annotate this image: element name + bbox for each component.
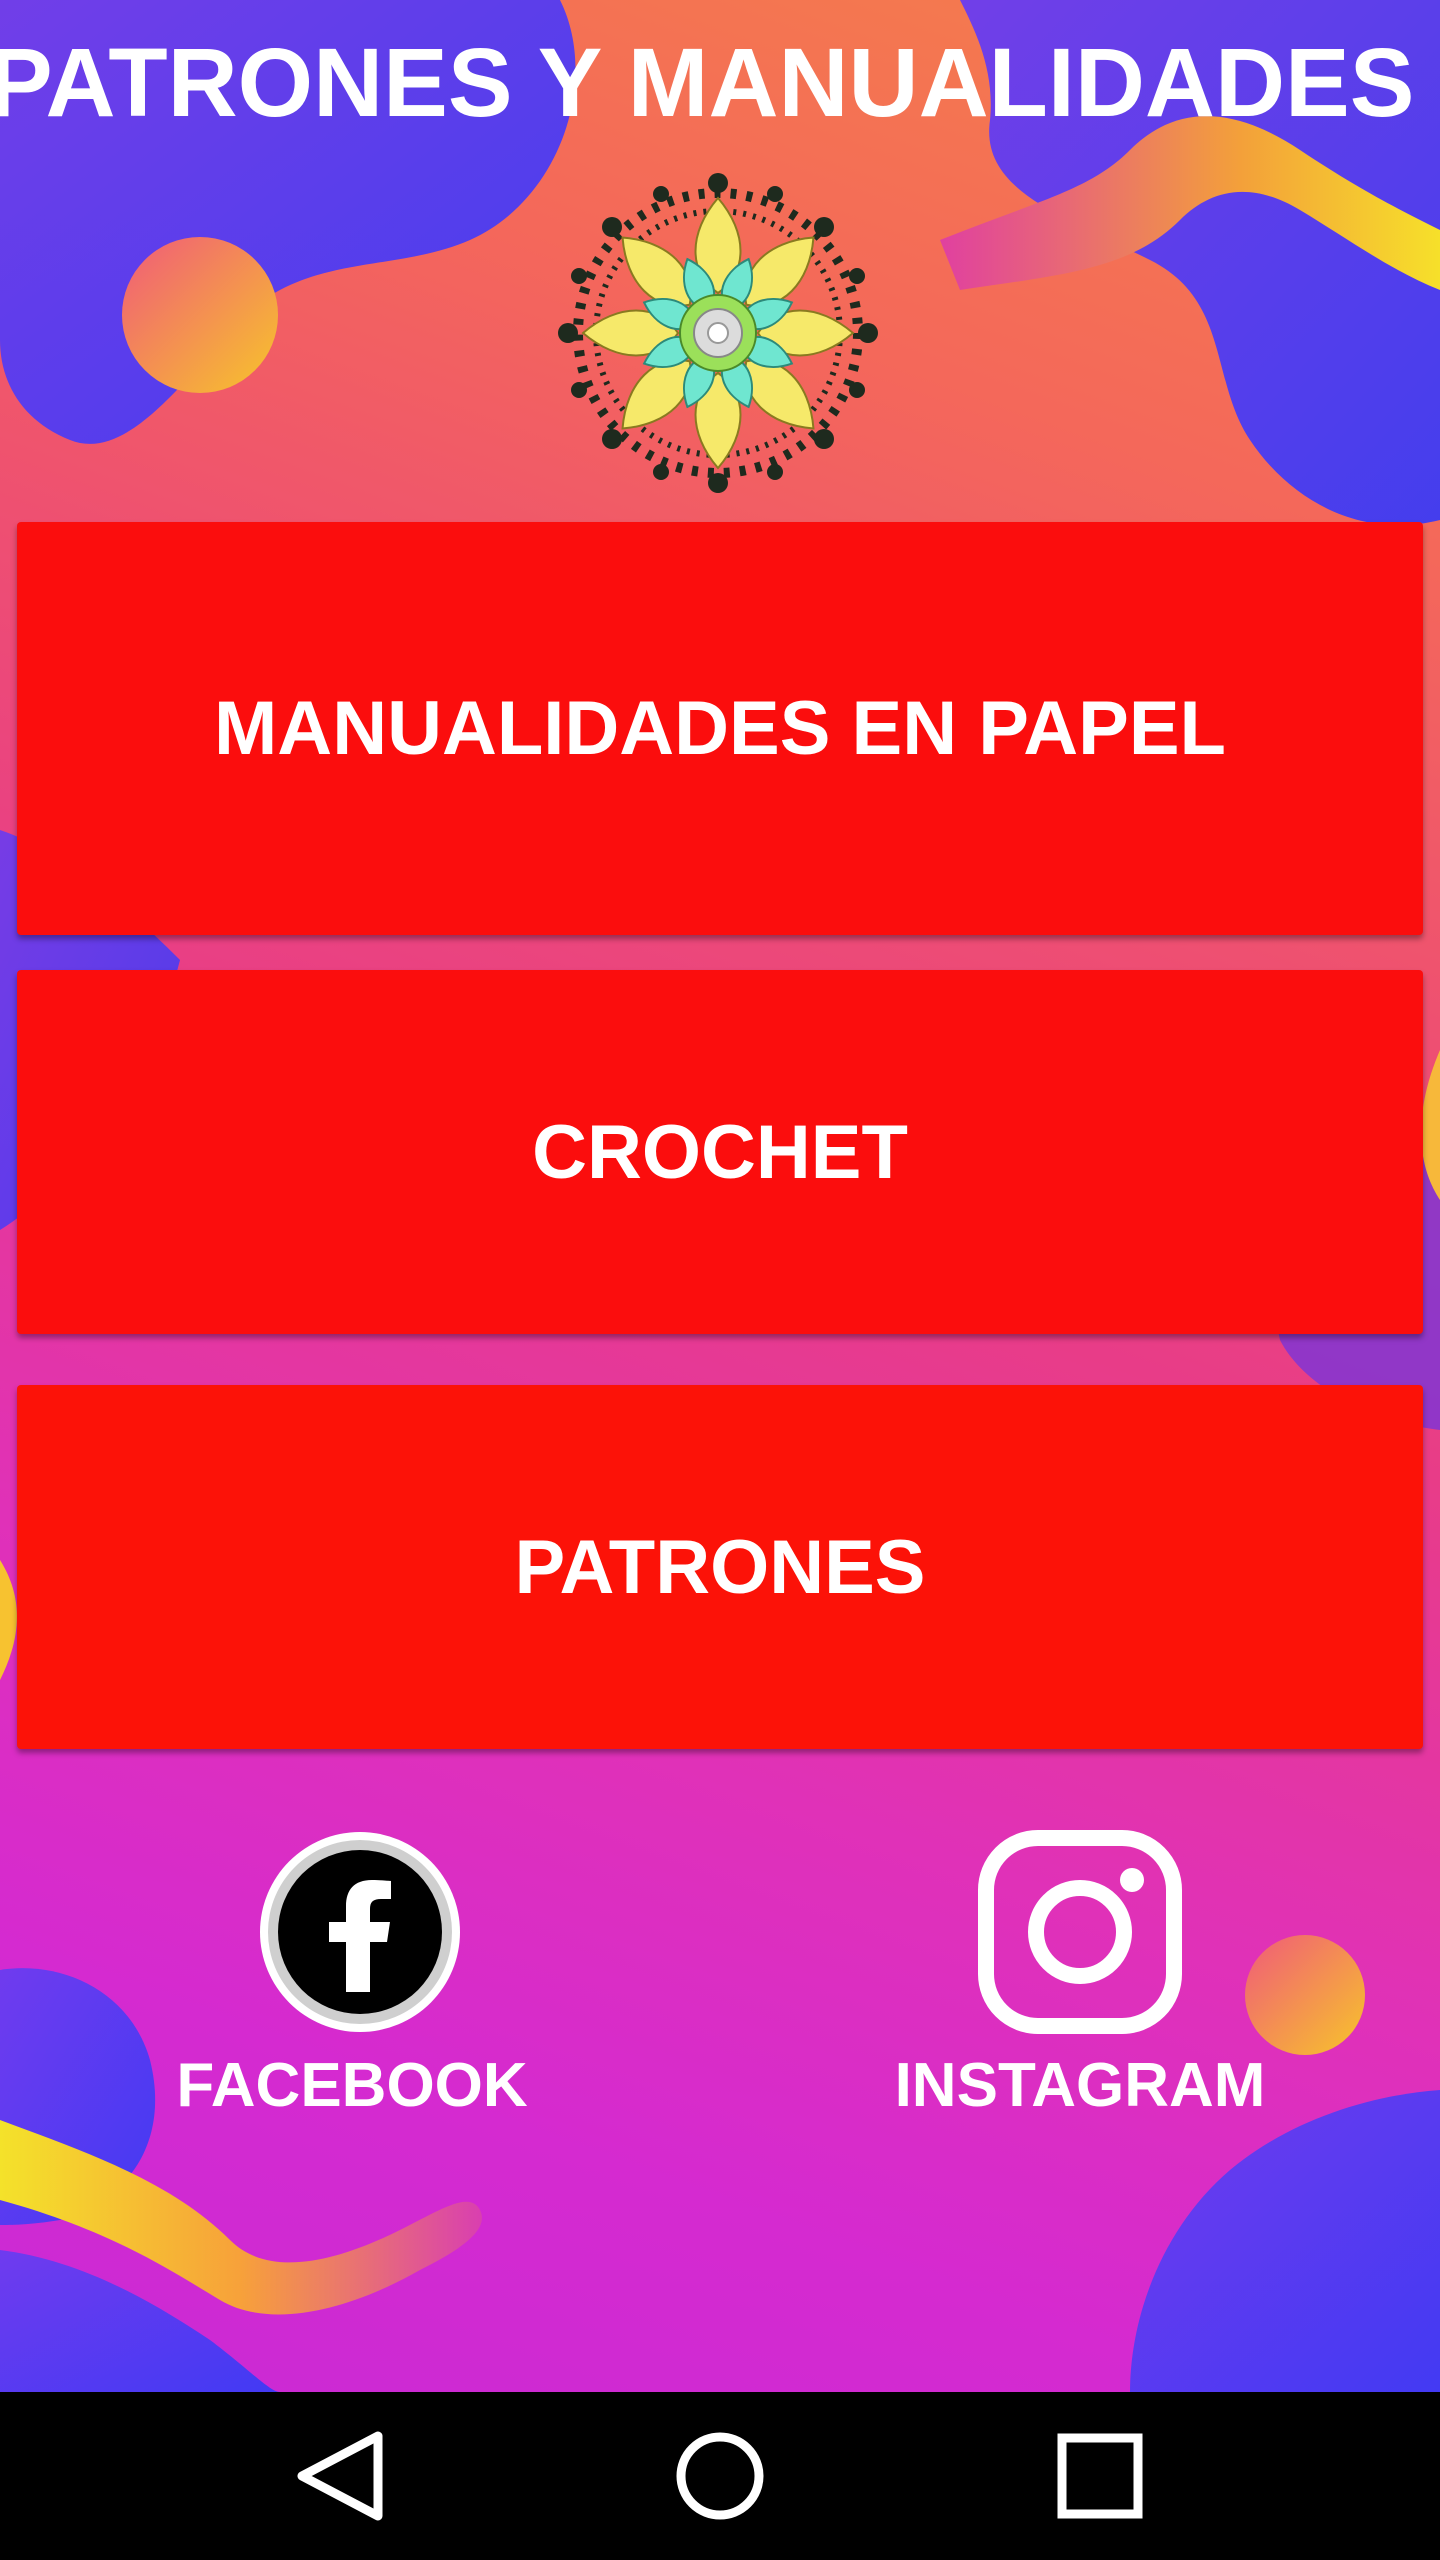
crochet-label: CROCHET bbox=[532, 1109, 908, 1195]
manualidades-en-papel-button[interactable]: MANUALIDADES EN PAPEL bbox=[17, 522, 1423, 935]
patrones-label: PATRONES bbox=[514, 1524, 926, 1610]
facebook-label[interactable]: FACEBOOK bbox=[176, 2050, 527, 2121]
home-circle-icon[interactable] bbox=[620, 2392, 820, 2560]
app-title: PATRONES Y MANUALIDADES VIP bbox=[0, 28, 1440, 130]
facebook-icon[interactable] bbox=[258, 1830, 462, 2034]
manualidades-en-papel-label: MANUALIDADES EN PAPEL bbox=[214, 686, 1226, 771]
system-navigation-bar bbox=[0, 2392, 1440, 2560]
recents-square-icon[interactable] bbox=[1000, 2392, 1200, 2560]
back-triangle-icon[interactable] bbox=[240, 2392, 440, 2560]
instagram-label[interactable]: INSTAGRAM bbox=[895, 2050, 1266, 2121]
patrones-button[interactable]: PATRONES bbox=[17, 1385, 1423, 1749]
instagram-icon[interactable] bbox=[978, 1830, 1182, 2034]
mandala-logo bbox=[558, 173, 878, 493]
title-banner: PATRONES Y MANUALIDADES VIP bbox=[0, 20, 1440, 130]
crochet-button[interactable]: CROCHET bbox=[17, 970, 1423, 1334]
